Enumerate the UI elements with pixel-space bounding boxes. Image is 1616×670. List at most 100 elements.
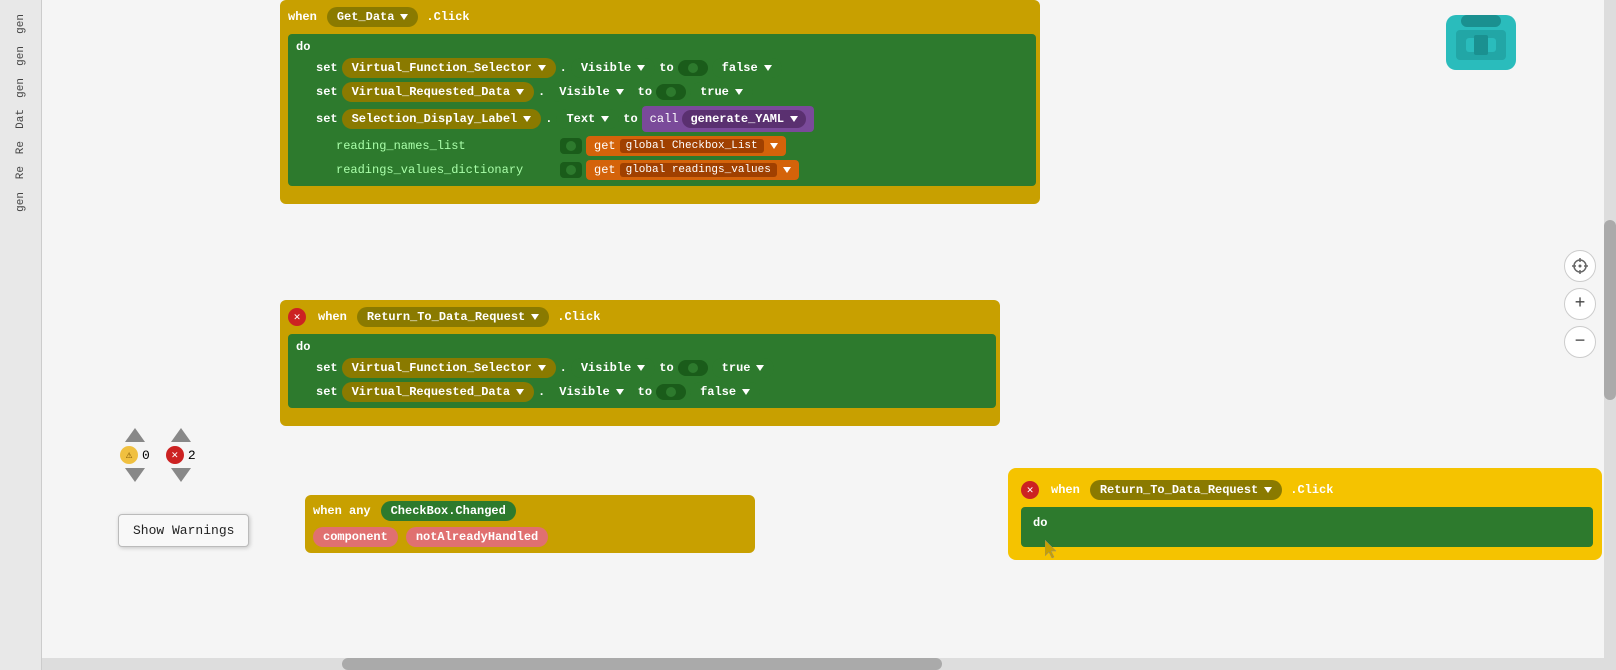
text-dropdown[interactable]	[601, 116, 609, 122]
param2-label: readings_values_dictionary	[336, 163, 556, 177]
sidebar-item-gen4[interactable]: gen	[13, 188, 29, 216]
checkbox-event-pill[interactable]: CheckBox.Changed	[381, 501, 516, 521]
false-connector-2	[656, 384, 686, 400]
block-return-header: ✕ when Return_To_Data_Request .Click	[288, 304, 996, 330]
global-readings-values: global readings_values	[620, 163, 777, 177]
sidebar-item-re1[interactable]: Re	[13, 137, 29, 158]
sdl-dropdown[interactable]	[523, 116, 531, 122]
text-pill[interactable]: Text	[556, 109, 619, 129]
sidebar-item-gen1[interactable]: gen	[13, 10, 29, 38]
warn-error-area: ⚠ 0 ✕ 2	[120, 428, 196, 482]
arrow-up-warn	[125, 428, 145, 442]
component-pill[interactable]: component	[313, 527, 398, 547]
set-row-3: set Selection_Display_Label . Text to ca…	[316, 106, 1028, 132]
warning-icon: ⚠	[120, 446, 138, 464]
return-event-pill[interactable]: Return_To_Data_Request	[357, 307, 549, 327]
true-connector-1	[656, 84, 686, 100]
param1-connector	[560, 138, 582, 154]
block1-bottom	[288, 186, 488, 196]
visible-pill-3[interactable]: Visible	[571, 358, 655, 378]
block2-bottom	[288, 408, 488, 418]
sidebar-item-gen2[interactable]: gen	[13, 42, 29, 70]
visible-pill-1[interactable]: Visible	[571, 58, 655, 78]
false-pill-2[interactable]: false	[690, 382, 760, 402]
arrow-up-err	[171, 428, 191, 442]
call-block: call generate_YAML	[642, 106, 814, 132]
zoom-minus-label: −	[1575, 332, 1586, 352]
false-connector-1	[678, 60, 708, 76]
return-dropdown[interactable]	[531, 314, 539, 320]
vrd-pill-2[interactable]: Virtual_Requested_Data	[342, 382, 534, 402]
click-label-1: .Click	[426, 10, 469, 24]
zoom-out-btn[interactable]: −	[1564, 326, 1596, 358]
error-number: 2	[188, 448, 196, 463]
errors-block[interactable]: ✕ 2	[166, 428, 196, 482]
call-params: reading_names_list get global Checkbox_L…	[336, 136, 1028, 180]
connector-1	[688, 63, 698, 73]
sidebar-item-re2[interactable]: Re	[13, 162, 29, 183]
block-get-data-do: do set Virtual_Function_Selector . Visib…	[288, 34, 1036, 186]
set-row-1: set Virtual_Function_Selector . Visible …	[316, 58, 1028, 78]
avatar-area	[1436, 0, 1536, 80]
not-already-pill[interactable]: notAlreadyHandled	[406, 527, 548, 547]
vrd-pill-1[interactable]: Virtual_Requested_Data	[342, 82, 534, 102]
zoom-controls: + −	[1564, 250, 1596, 358]
visible-dropdown-2[interactable]	[616, 89, 624, 95]
true-pill-2[interactable]: true	[712, 358, 775, 378]
click-label-2: .Click	[557, 310, 600, 324]
error-icon-2: ✕	[1021, 481, 1039, 499]
hscrollbar-thumb[interactable]	[342, 658, 942, 670]
zoom-plus-label: +	[1575, 294, 1586, 314]
block-get-data-header: when Get_Data .Click	[288, 4, 1036, 30]
sidebar: gen gen gen Dat Re Re gen	[0, 0, 42, 670]
horizontal-scrollbar[interactable]	[42, 658, 1604, 670]
block-return2-do: do	[1021, 507, 1593, 547]
get-checkbox-list[interactable]: get global Checkbox_List	[586, 136, 786, 156]
sidebar-item-dat[interactable]: Dat	[13, 105, 29, 133]
param-row-2: readings_values_dictionary get global re…	[336, 160, 1028, 180]
block-return-main-outer: ✕ when Return_To_Data_Request .Click do …	[280, 300, 1000, 426]
vfs-pill-2[interactable]: Virtual_Function_Selector	[342, 358, 556, 378]
false-dropdown-1[interactable]	[764, 65, 772, 71]
vertical-scrollbar[interactable]	[1604, 0, 1616, 670]
block-return2-header: ✕ when Return_To_Data_Request .Click	[1021, 477, 1593, 503]
true-dropdown-1[interactable]	[735, 89, 743, 95]
block-return-secondary: ✕ when Return_To_Data_Request .Click do	[1010, 470, 1600, 558]
show-warnings-label: Show Warnings	[133, 523, 234, 538]
vrd-dropdown-1[interactable]	[516, 89, 524, 95]
error-icon-count: ✕	[166, 446, 184, 464]
true-connector-2	[678, 360, 708, 376]
get-data-event[interactable]: Get_Data	[327, 7, 419, 27]
generate-yaml-pill[interactable]: generate_YAML	[682, 110, 806, 128]
vfs-pill-1[interactable]: Virtual_Function_Selector	[342, 58, 556, 78]
sidebar-item-gen3[interactable]: gen	[13, 74, 29, 102]
zoom-in-btn[interactable]: +	[1564, 288, 1596, 320]
zoom-crosshair-btn[interactable]	[1564, 250, 1596, 282]
false-pill-1[interactable]: false	[712, 58, 782, 78]
scrollbar-thumb[interactable]	[1604, 220, 1616, 400]
param-row-1: reading_names_list get global Checkbox_L…	[336, 136, 1028, 156]
warn-number: 0	[142, 448, 150, 463]
warn-arrows-up	[125, 428, 145, 444]
true-pill-1[interactable]: true	[690, 82, 753, 102]
sdl-pill[interactable]: Selection_Display_Label	[342, 109, 542, 129]
get-readings-values[interactable]: get global readings_values	[586, 160, 799, 180]
global-checkbox-list: global Checkbox_List	[620, 139, 764, 153]
get-data-dropdown[interactable]	[400, 14, 408, 20]
show-warnings-tooltip[interactable]: Show Warnings	[118, 514, 249, 547]
main-canvas: gen gen gen Dat Re Re gen when Get_Data …	[0, 0, 1616, 670]
warn-arrows-down	[125, 466, 145, 482]
visible-pill-4[interactable]: Visible	[549, 382, 633, 402]
visible-dropdown-1[interactable]	[637, 65, 645, 71]
warnings-block[interactable]: ⚠ 0	[120, 428, 150, 482]
yaml-dropdown[interactable]	[790, 116, 798, 122]
param1-label: reading_names_list	[336, 139, 556, 153]
vfs-dropdown-1[interactable]	[538, 65, 546, 71]
return2-event-pill[interactable]: Return_To_Data_Request	[1090, 480, 1282, 500]
set-row-2: set Virtual_Requested_Data . Visible to …	[316, 82, 1028, 102]
visible-pill-2[interactable]: Visible	[549, 82, 633, 102]
error-icon-1: ✕	[288, 308, 306, 326]
err-arrows-down	[171, 466, 191, 482]
connector-2	[666, 87, 676, 97]
arrow-down-warn	[125, 468, 145, 482]
